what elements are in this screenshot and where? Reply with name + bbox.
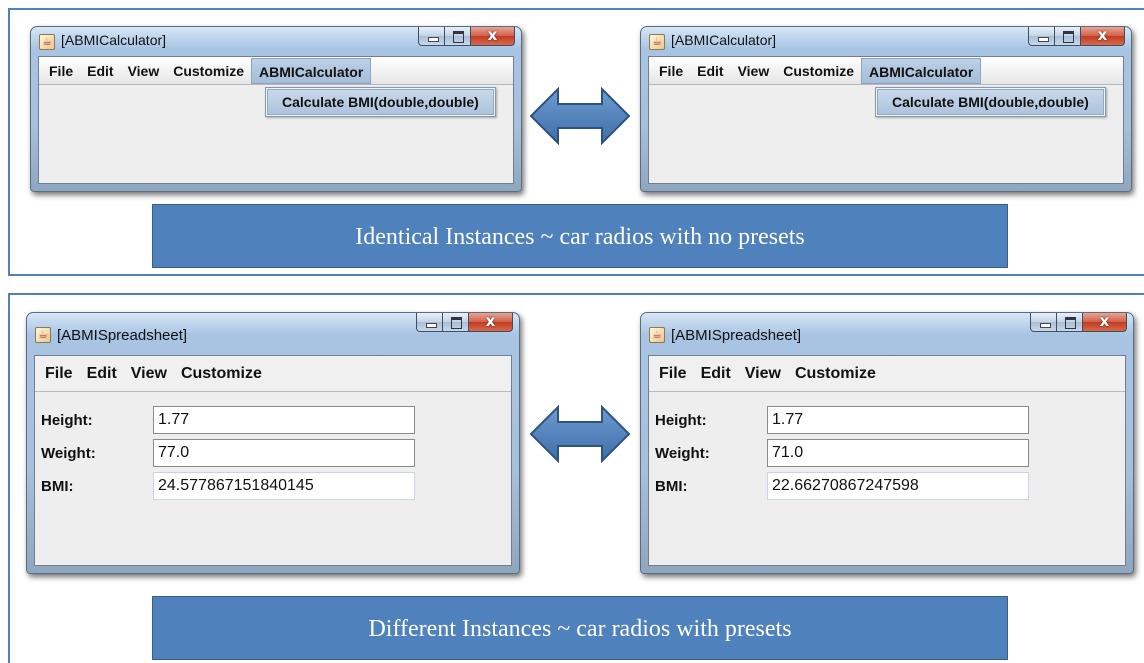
minimize-button[interactable] xyxy=(1030,313,1057,332)
menu-view[interactable]: View xyxy=(731,58,777,84)
menu-customize[interactable]: Customize xyxy=(166,58,251,84)
minimize-button[interactable] xyxy=(418,27,445,46)
bmi-row: BMI: xyxy=(35,472,511,502)
bmi-field xyxy=(153,472,415,500)
window-title: [ABMICalculator] xyxy=(671,32,777,48)
height-field[interactable] xyxy=(153,406,415,434)
menu-bar: File Edit View Customize xyxy=(649,356,1125,392)
title-bar[interactable]: ☕ [ABMICalculator] xyxy=(641,26,1131,53)
weight-label: Weight: xyxy=(41,445,96,462)
close-button[interactable] xyxy=(1083,312,1127,332)
menu-bar: File Edit View Customize ABMICalculator xyxy=(39,57,513,85)
height-row: Height: xyxy=(35,406,511,436)
minimize-button[interactable] xyxy=(416,313,443,332)
java-cup-icon: ☕ xyxy=(649,34,665,50)
weight-row: Weight: xyxy=(35,439,511,469)
window-client-area: File Edit View Customize ABMICalculator … xyxy=(648,56,1124,184)
menu-customize[interactable]: Customize xyxy=(776,58,861,84)
minimize-button[interactable] xyxy=(1028,27,1055,46)
bmi-field xyxy=(767,472,1029,500)
java-cup-icon: ☕ xyxy=(649,327,665,343)
bmi-label: BMI: xyxy=(41,478,74,495)
abmi-spreadsheet-window-right: ☕ [ABMISpreadsheet] File Edit View Custo… xyxy=(640,312,1134,574)
menu-view[interactable]: View xyxy=(121,58,167,84)
height-field[interactable] xyxy=(767,406,1029,434)
abmicalculator-dropdown: Calculate BMI(double,double) xyxy=(875,87,1106,117)
title-bar[interactable]: ☕ [ABMISpreadsheet] xyxy=(27,312,519,344)
menu-view[interactable]: View xyxy=(124,361,174,387)
weight-field[interactable] xyxy=(153,439,415,467)
window-title: [ABMISpreadsheet] xyxy=(57,327,188,344)
menu-file[interactable]: File xyxy=(38,361,80,387)
abmi-calculator-window-right: ☕ [ABMICalculator] File Edit View Custom… xyxy=(640,26,1132,192)
title-bar[interactable]: ☕ [ABMISpreadsheet] xyxy=(641,312,1133,344)
different-instances-caption: Different Instances ~ car radios with pr… xyxy=(152,596,1008,660)
double-headed-arrow-icon xyxy=(529,86,631,146)
window-client-area: File Edit View Customize ABMICalculator … xyxy=(38,56,514,184)
abmicalculator-dropdown: Calculate BMI(double,double) xyxy=(265,87,496,117)
menu-abmicalculator[interactable]: ABMICalculator xyxy=(251,57,372,84)
window-title: [ABMICalculator] xyxy=(61,32,167,48)
weight-field[interactable] xyxy=(767,439,1029,467)
menu-edit[interactable]: Edit xyxy=(80,361,124,387)
maximize-button[interactable] xyxy=(443,313,469,332)
window-client-area: File Edit View Customize Height: Weight:… xyxy=(648,355,1126,566)
title-bar[interactable]: ☕ [ABMICalculator] xyxy=(31,26,521,53)
close-button[interactable] xyxy=(469,312,513,332)
menu-customize[interactable]: Customize xyxy=(174,361,269,387)
menu-edit[interactable]: Edit xyxy=(80,58,120,84)
height-label: Height: xyxy=(41,412,93,429)
weight-row: Weight: xyxy=(649,439,1125,469)
close-button[interactable] xyxy=(1081,26,1125,46)
java-cup-icon: ☕ xyxy=(39,34,55,50)
menu-file[interactable]: File xyxy=(652,58,690,84)
menu-bar: File Edit View Customize xyxy=(35,356,511,392)
window-client-area: File Edit View Customize Height: Weight:… xyxy=(34,355,512,566)
maximize-button[interactable] xyxy=(1055,27,1081,46)
menu-edit[interactable]: Edit xyxy=(690,58,730,84)
window-title: [ABMISpreadsheet] xyxy=(671,327,802,344)
menu-customize[interactable]: Customize xyxy=(788,361,883,387)
menu-bar: File Edit View Customize ABMICalculator xyxy=(649,57,1123,85)
weight-label: Weight: xyxy=(655,445,710,462)
calculate-bmi-menu-item[interactable]: Calculate BMI(double,double) xyxy=(877,89,1104,115)
close-button[interactable] xyxy=(471,26,515,46)
menu-file[interactable]: File xyxy=(652,361,694,387)
maximize-button[interactable] xyxy=(445,27,471,46)
abmi-spreadsheet-window-left: ☕ [ABMISpreadsheet] File Edit View Custo… xyxy=(26,312,520,574)
height-label: Height: xyxy=(655,412,707,429)
identical-instances-caption: Identical Instances ~ car radios with no… xyxy=(152,204,1008,268)
abmi-calculator-window-left: ☕ [ABMICalculator] File Edit View Custom… xyxy=(30,26,522,192)
maximize-button[interactable] xyxy=(1057,313,1083,332)
bmi-label: BMI: xyxy=(655,478,688,495)
double-headed-arrow-icon xyxy=(529,404,631,464)
bmi-row: BMI: xyxy=(649,472,1125,502)
menu-view[interactable]: View xyxy=(738,361,788,387)
calculate-bmi-menu-item[interactable]: Calculate BMI(double,double) xyxy=(267,89,494,115)
menu-file[interactable]: File xyxy=(42,58,80,84)
menu-abmicalculator[interactable]: ABMICalculator xyxy=(861,57,982,84)
java-cup-icon: ☕ xyxy=(35,327,51,343)
height-row: Height: xyxy=(649,406,1125,436)
menu-edit[interactable]: Edit xyxy=(694,361,738,387)
